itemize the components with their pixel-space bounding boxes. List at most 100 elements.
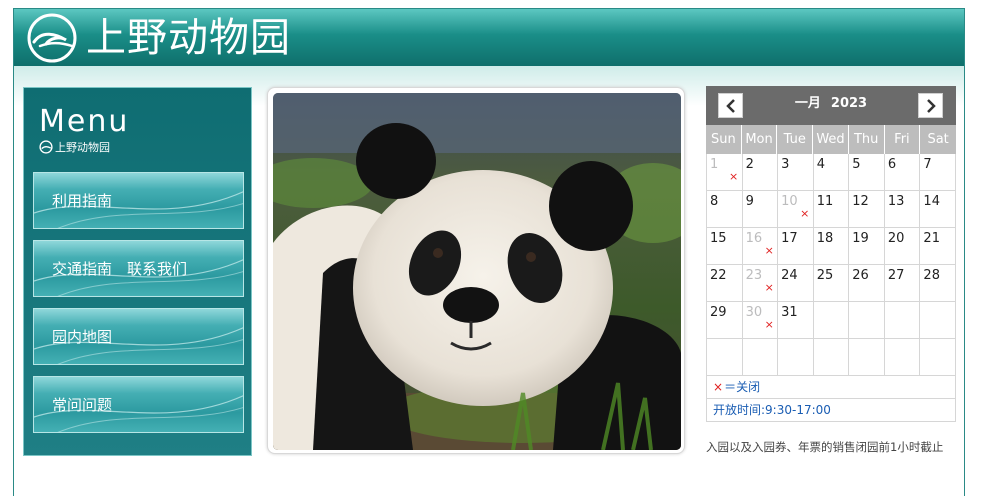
day-number: 9 xyxy=(745,194,754,209)
calendar-empty-cell xyxy=(813,339,850,376)
day-number: 11 xyxy=(816,194,834,209)
chevron-right-icon xyxy=(927,99,936,113)
side-menu: Menu 上野动物园 利用指南 交通指南 联系我们 园内地图 常问问题 xyxy=(23,87,252,456)
calendar-day-grid: 1 × 2 3 4 5 6 7 8 9 10 × 11 12 13 14 15 16 × 17 18 19 20 21 22 23… xyxy=(706,154,956,376)
menu-subtitle-text: 上野动物园 xyxy=(55,141,110,154)
day-number: 8 xyxy=(710,194,719,209)
opening-hours: 开放时间:9:30-17:00 xyxy=(706,399,956,422)
day-number: 10 xyxy=(781,194,798,209)
calendar-day[interactable]: 20 xyxy=(884,228,921,265)
calendar-header: 一月 2023 xyxy=(706,86,956,125)
ueno-logo-icon[interactable] xyxy=(26,12,78,64)
calendar-day[interactable]: 19 xyxy=(849,228,885,265)
day-number: 23 xyxy=(745,268,763,283)
calendar-empty-cell xyxy=(920,302,956,339)
calendar-day[interactable]: 3 xyxy=(778,154,814,191)
menu-item-usage-guide[interactable]: 利用指南 xyxy=(33,172,244,229)
day-number: 7 xyxy=(923,157,932,172)
calendar-legend: ×＝关闭 xyxy=(706,376,956,399)
calendar-day[interactable]: 24 xyxy=(778,265,814,302)
calendar-day[interactable]: 26 xyxy=(849,265,885,302)
day-number: 14 xyxy=(923,194,940,209)
admission-note: 入园以及入园券、年票的销售闭园前1小时截止 xyxy=(706,440,944,454)
calendar-empty-cell xyxy=(707,339,743,376)
calendar-day[interactable]: 4 xyxy=(813,154,850,191)
calendar-day[interactable]: 6 xyxy=(884,154,921,191)
calendar-day[interactable]: 14 xyxy=(920,191,956,228)
calendar-day[interactable]: 30 × xyxy=(742,302,779,339)
calendar-day[interactable]: 31 xyxy=(778,302,814,339)
day-number: 5 xyxy=(852,157,861,172)
calendar-year: 2023 xyxy=(830,96,868,111)
calendar-day[interactable]: 7 xyxy=(920,154,956,191)
photo-frame xyxy=(267,87,685,454)
day-number: 18 xyxy=(816,231,834,246)
calendar-day[interactable]: 23 × xyxy=(742,265,779,302)
calendar-day[interactable]: 11 xyxy=(813,191,850,228)
calendar-day[interactable]: 22 xyxy=(707,265,743,302)
calendar-day[interactable]: 16 × xyxy=(742,228,779,265)
calendar-empty-cell xyxy=(849,302,885,339)
menu-item-zoo-map[interactable]: 园内地图 xyxy=(33,308,244,365)
day-number: 3 xyxy=(781,157,790,172)
ueno-logo-small-icon xyxy=(39,140,53,154)
calendar-empty-cell xyxy=(849,339,885,376)
calendar-day[interactable]: 25 xyxy=(813,265,850,302)
calendar-empty-cell xyxy=(884,339,921,376)
calendar-day[interactable]: 29 xyxy=(707,302,743,339)
closed-mark-icon: × xyxy=(764,244,774,257)
weekday-label: Wed xyxy=(813,125,849,154)
menu-item-label: 交通指南 联系我们 xyxy=(52,260,188,278)
calendar-day[interactable]: 10 × xyxy=(778,191,814,228)
calendar-day[interactable]: 13 xyxy=(884,191,921,228)
calendar-day[interactable]: 2 xyxy=(742,154,779,191)
calendar-day[interactable]: 15 xyxy=(707,228,743,265)
calendar-empty-cell xyxy=(920,339,956,376)
day-number: 24 xyxy=(781,268,798,283)
calendar-weekday-row: Sun Mon Tue Wed Thu Fri Sat xyxy=(706,125,956,154)
calendar-day[interactable]: 1 × xyxy=(707,154,743,191)
calendar-day[interactable]: 5 xyxy=(849,154,885,191)
calendar-day[interactable]: 9 xyxy=(742,191,779,228)
closed-mark-icon: × xyxy=(764,318,774,331)
day-number: 29 xyxy=(710,305,727,320)
day-number: 21 xyxy=(923,231,940,246)
day-number: 13 xyxy=(887,194,905,209)
calendar-month: 一月 xyxy=(794,96,821,111)
weekday-label: Thu xyxy=(848,125,885,154)
calendar-day[interactable]: 18 xyxy=(813,228,850,265)
day-number: 31 xyxy=(781,305,798,320)
calendar-day[interactable]: 12 xyxy=(849,191,885,228)
day-number: 4 xyxy=(816,157,825,172)
calendar-day[interactable]: 17 xyxy=(778,228,814,265)
menu-item-access-contact[interactable]: 交通指南 联系我们 xyxy=(33,240,244,297)
calendar-day[interactable]: 27 xyxy=(884,265,921,302)
site-title[interactable]: 上野动物园 xyxy=(86,12,291,64)
calendar-empty-cell xyxy=(813,302,850,339)
calendar-day[interactable]: 8 xyxy=(707,191,743,228)
day-number: 28 xyxy=(923,268,940,283)
day-number: 26 xyxy=(852,268,869,283)
calendar-next-button[interactable] xyxy=(918,93,943,118)
weekday-label: Sun xyxy=(706,125,742,154)
site-header: 上野动物园 xyxy=(14,9,964,66)
calendar-day[interactable]: 28 xyxy=(920,265,956,302)
day-number: 22 xyxy=(710,268,727,283)
day-number: 27 xyxy=(887,268,905,283)
menu-item-label: 常问问题 xyxy=(52,396,113,414)
day-number: 2 xyxy=(745,157,754,172)
weekday-label: Fri xyxy=(884,125,921,154)
giant-panda-photo xyxy=(273,93,681,450)
menu-item-faq[interactable]: 常问问题 xyxy=(33,376,244,433)
day-number: 1 xyxy=(710,157,719,172)
day-number: 6 xyxy=(887,157,897,172)
weekday-label: Sat xyxy=(920,125,956,154)
calendar-empty-cell xyxy=(742,339,779,376)
day-number: 16 xyxy=(745,231,763,246)
day-number: 25 xyxy=(816,268,834,283)
legend-text: ＝关闭 xyxy=(724,380,761,394)
day-number: 12 xyxy=(852,194,869,209)
day-number: 17 xyxy=(781,231,798,246)
calendar-day[interactable]: 21 xyxy=(920,228,956,265)
closed-mark-icon: × xyxy=(800,207,810,220)
